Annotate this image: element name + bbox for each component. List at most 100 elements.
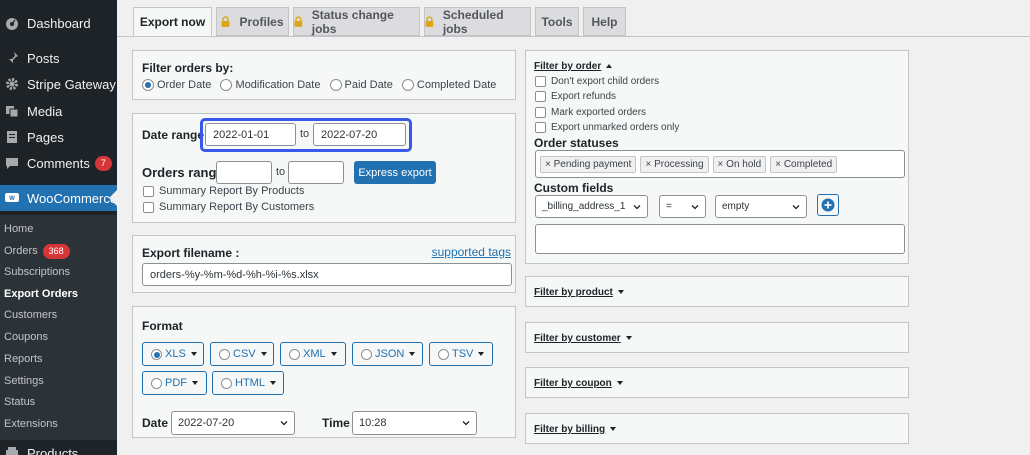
format-tsv-option[interactable]: TSV xyxy=(429,342,493,366)
media-icon xyxy=(5,104,19,118)
submenu-item-status[interactable]: Status xyxy=(4,396,35,408)
filter-by-billing-toggle[interactable]: Filter by billing xyxy=(534,424,617,435)
radio-icon xyxy=(219,348,230,360)
tab-label: Profiles xyxy=(239,14,284,29)
export-filename-input[interactable]: orders-%y-%m-%d-%h-%i-%s.xlsx xyxy=(142,263,512,286)
orders-from-input[interactable] xyxy=(216,161,272,184)
radio-icon xyxy=(438,348,449,360)
checkbox-label: Mark exported orders xyxy=(551,107,647,119)
chevron-down-icon xyxy=(462,421,470,426)
export-refunds-checkbox[interactable]: Export refunds xyxy=(535,91,616,102)
status-tag-on-hold[interactable]: × On hold xyxy=(712,156,767,173)
filter-orders-panel: Filter orders by: Order Date Modificatio… xyxy=(132,50,516,100)
submenu-item-subscriptions[interactable]: Subscriptions xyxy=(4,266,70,278)
filter-by-customer-panel: Filter by customer xyxy=(525,322,909,353)
caret-down-icon xyxy=(330,352,337,356)
menu-item-comments[interactable]: Comments 7 xyxy=(0,150,117,176)
custom-fields-list[interactable] xyxy=(535,224,905,254)
menu-label: Comments xyxy=(27,155,90,171)
format-html-option[interactable]: HTML xyxy=(212,371,284,395)
radio-order-date[interactable]: Order Date xyxy=(142,79,211,92)
submenu-item-export-orders[interactable]: Export Orders xyxy=(4,288,78,300)
format-pdf-option[interactable]: PDF xyxy=(142,371,207,395)
order-statuses-label: Order statuses xyxy=(534,136,619,150)
menu-item-woocommerce[interactable]: W WooCommerce xyxy=(0,185,117,211)
format-json-option[interactable]: JSON xyxy=(352,342,423,366)
field-value-select[interactable]: empty xyxy=(715,195,807,218)
lock-icon xyxy=(221,16,230,27)
submenu-item-extensions[interactable]: Extensions xyxy=(4,418,58,430)
svg-text:W: W xyxy=(9,196,15,202)
date-to-input[interactable]: 2022-07-20 xyxy=(313,123,406,146)
range-panel: Date range 2022-01-01 to 2022-07-20 Orde… xyxy=(132,113,516,223)
radio-label: Modification Date xyxy=(235,79,321,91)
chevron-down-icon xyxy=(792,204,800,209)
date-select-value: 2022-07-20 xyxy=(178,417,235,429)
caret-down-icon xyxy=(260,352,267,356)
checkbox-icon xyxy=(143,185,154,197)
checkbox-label: Export unmarked orders only xyxy=(551,122,680,134)
radio-icon xyxy=(151,377,162,389)
submenu-item-customers[interactable]: Customers xyxy=(4,309,57,321)
tab-help[interactable]: Help xyxy=(583,7,626,36)
orders-to-input[interactable] xyxy=(288,161,344,184)
submenu-item-reports[interactable]: Reports xyxy=(4,353,43,365)
filter-by-customer-toggle[interactable]: Filter by customer xyxy=(534,333,632,344)
format-xml-option[interactable]: XML xyxy=(280,342,346,366)
mark-exported-orders-checkbox[interactable]: Mark exported orders xyxy=(535,107,646,118)
filter-title: Filter by customer xyxy=(534,333,621,344)
menu-item-pages[interactable]: Pages xyxy=(0,124,117,150)
submenu-item-orders[interactable]: Orders 368 xyxy=(4,244,70,259)
supported-tags-link[interactable]: supported tags xyxy=(432,245,511,259)
caret-down-icon xyxy=(190,352,197,356)
submenu-item-coupons[interactable]: Coupons xyxy=(4,331,48,343)
menu-item-media[interactable]: Media xyxy=(0,98,117,124)
format-csv-option[interactable]: CSV xyxy=(210,342,274,366)
tab-export-now[interactable]: Export now xyxy=(133,7,212,36)
pin-icon xyxy=(5,51,19,65)
caret-down-icon xyxy=(616,381,623,386)
menu-item-stripe-gateway[interactable]: Stripe Gateway xyxy=(0,71,117,97)
menu-item-dashboard[interactable]: Dashboard xyxy=(0,10,117,36)
export-unmarked-only-checkbox[interactable]: Export unmarked orders only xyxy=(535,122,679,133)
submenu-item-home[interactable]: Home xyxy=(4,223,33,235)
menu-item-posts[interactable]: Posts xyxy=(0,45,117,71)
chevron-down-icon xyxy=(633,204,641,209)
filter-by-order-toggle[interactable]: Filter by order xyxy=(534,61,613,72)
export-filename-label: Export filename : xyxy=(142,246,240,260)
dont-export-child-orders-checkbox[interactable]: Don't export child orders xyxy=(535,76,659,87)
express-export-button[interactable]: Express export xyxy=(354,161,436,184)
add-custom-field-button[interactable] xyxy=(817,194,839,216)
status-tag-processing[interactable]: × Processing xyxy=(640,156,709,173)
time-select[interactable]: 10:28 xyxy=(352,411,477,435)
time-select-value: 10:28 xyxy=(359,417,387,429)
tab-status-change-jobs[interactable]: Status change jobs xyxy=(293,7,420,36)
summary-products-checkbox[interactable]: Summary Report By Products xyxy=(143,185,305,197)
checkbox-label: Export refunds xyxy=(551,91,617,103)
date-from-input[interactable]: 2022-01-01 xyxy=(205,123,296,146)
products-icon xyxy=(5,446,19,455)
lock-icon xyxy=(425,16,434,27)
menu-item-products[interactable]: Products xyxy=(0,440,117,455)
filter-title: Filter by coupon xyxy=(534,378,612,389)
export-filename-panel: Export filename : supported tags orders-… xyxy=(132,235,516,293)
operator-select[interactable]: = xyxy=(659,195,706,218)
radio-completed-date[interactable]: Completed Date xyxy=(401,79,496,92)
tab-scheduled-jobs[interactable]: Scheduled jobs xyxy=(424,7,531,36)
submenu-item-settings[interactable]: Settings xyxy=(4,375,44,387)
filter-by-product-toggle[interactable]: Filter by product xyxy=(534,287,624,298)
summary-customers-checkbox[interactable]: Summary Report By Customers xyxy=(143,201,314,213)
radio-icon xyxy=(220,79,233,92)
menu-label: WooCommerce xyxy=(27,190,118,206)
custom-field-select[interactable]: _billing_address_1 xyxy=(535,195,648,218)
order-statuses-select[interactable]: × Pending payment × Processing × On hold × … xyxy=(535,150,905,178)
radio-modification-date[interactable]: Modification Date xyxy=(220,79,321,92)
date-select[interactable]: 2022-07-20 xyxy=(171,411,295,435)
tab-tools[interactable]: Tools xyxy=(535,7,579,36)
tab-profiles[interactable]: Profiles xyxy=(216,7,289,36)
radio-paid-date[interactable]: Paid Date xyxy=(329,79,393,92)
status-tag-pending[interactable]: × Pending payment xyxy=(540,156,637,173)
format-xls-option[interactable]: XLS xyxy=(142,342,204,366)
filter-by-coupon-toggle[interactable]: Filter by coupon xyxy=(534,378,623,389)
status-tag-completed[interactable]: × Completed xyxy=(770,156,838,173)
